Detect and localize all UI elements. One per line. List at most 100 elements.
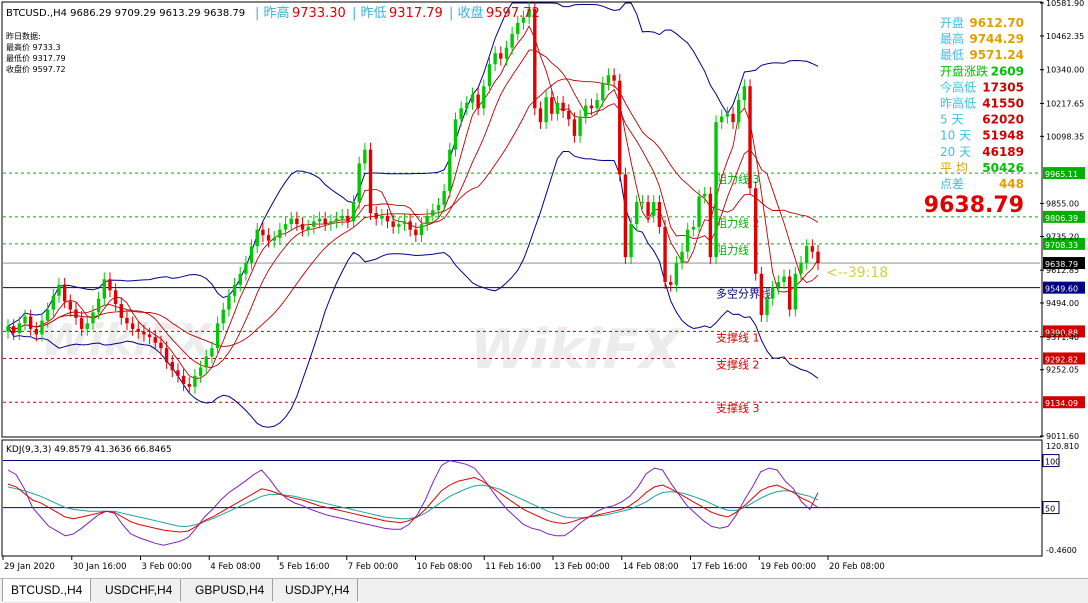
- candle-body: [799, 262, 803, 274]
- candle-body: [674, 262, 679, 285]
- candle-body: [79, 317, 84, 329]
- candle-body: [470, 94, 475, 103]
- candle-body: [697, 196, 701, 227]
- tab-usdjpy[interactable]: USDJPY,H4: [277, 579, 359, 601]
- stat-value: 448: [999, 177, 1024, 191]
- candle-body: [323, 218, 327, 225]
- candle-body: [108, 279, 112, 291]
- candle-body: [221, 309, 225, 324]
- candle-body: [618, 80, 622, 175]
- x-tick-label: 14 Feb 08:00: [623, 562, 679, 572]
- candle-body: [368, 149, 373, 214]
- candle-body: [181, 375, 186, 385]
- candle-body: [425, 215, 429, 225]
- candle-body: [363, 149, 367, 164]
- yesterday-title: 昨日数据:: [6, 31, 41, 41]
- kdj-ymin-label: -0.4600: [1046, 546, 1077, 555]
- candle-body: [102, 279, 106, 299]
- candle-body: [703, 193, 707, 197]
- y-tick-label: 9855.00: [1046, 199, 1079, 208]
- x-tick-label: 3 Feb 00:00: [142, 562, 192, 572]
- candle-body: [147, 334, 152, 338]
- kdj-ymax-label: 120.810: [1046, 442, 1079, 451]
- candle-body: [266, 235, 271, 241]
- level-price-text: 9708.33: [1045, 241, 1078, 250]
- candle-body: [312, 221, 316, 227]
- y-tick-label: 10581.90: [1046, 0, 1084, 8]
- candle-body: [516, 22, 520, 34]
- level-price-text: 9806.39: [1045, 214, 1078, 223]
- yesterday-close: 收盘价 9597.72: [6, 64, 66, 74]
- candle-body: [584, 105, 588, 117]
- x-tick-label: 29 Jan 2020: [4, 562, 55, 572]
- level-label: 支撑线 3: [716, 401, 760, 415]
- candle-body: [550, 97, 554, 114]
- candle-body: [589, 105, 594, 109]
- big-price: 9638.79: [924, 193, 1024, 218]
- x-tick-label: 7 Feb 00:00: [348, 562, 398, 572]
- stat-label: 最低: [940, 48, 964, 62]
- candle-body: [742, 86, 747, 101]
- countdown-timer: <--39:18: [826, 265, 888, 281]
- x-tick-label: 19 Feb 00:00: [760, 562, 816, 572]
- candle-body: [623, 174, 628, 258]
- candle-body: [533, 9, 537, 109]
- candle-body: [17, 323, 22, 334]
- summary-value-low: 9317.79: [389, 6, 443, 21]
- candle-body: [731, 113, 735, 123]
- chart-background: [0, 0, 1088, 578]
- candle-body: [453, 119, 458, 150]
- level-price-text: 9965.11: [1045, 170, 1078, 179]
- candle-body: [635, 202, 639, 225]
- candle-body: [476, 94, 480, 109]
- stat-label: 最高: [940, 31, 964, 46]
- candle-body: [640, 202, 645, 204]
- candle-body: [159, 342, 163, 349]
- candle-body: [504, 47, 509, 59]
- stat-value: 50426: [982, 161, 1024, 175]
- stat-label: 5 天: [940, 113, 963, 127]
- candle-body: [686, 229, 690, 252]
- candle-body: [232, 284, 237, 296]
- candle-body: [11, 326, 16, 334]
- stat-label: 平 均: [940, 161, 968, 175]
- y-tick-label: 9252.05: [1046, 366, 1079, 375]
- y-tick-label: 9371.40: [1046, 333, 1079, 342]
- candle-body: [391, 221, 395, 227]
- chart-canvas: WikiFX WikiFX 阻力线 3 9965.11阻力线 2 9806.39阻力…: [0, 0, 1088, 578]
- candle-body: [804, 246, 809, 263]
- candle-body: [753, 188, 758, 274]
- tab-btcusd[interactable]: BTCUSD.,H4: [2, 579, 92, 601]
- candle-body: [601, 83, 605, 101]
- candle-body: [68, 301, 73, 310]
- candle-body: [510, 33, 514, 48]
- candle-body: [380, 215, 384, 219]
- stat-value: 17305: [982, 80, 1024, 94]
- tab-usdchf[interactable]: USDCHF,H4: [97, 579, 182, 601]
- candle-body: [810, 246, 815, 252]
- candle-body: [538, 108, 543, 123]
- candle-body: [436, 204, 441, 211]
- candle-body: [782, 276, 786, 283]
- candle-body: [397, 224, 401, 227]
- candle-body: [238, 273, 242, 285]
- candle-body: [40, 320, 44, 335]
- stat-value: 62020: [982, 113, 1024, 127]
- level-label: 阻力线 2: [716, 216, 760, 230]
- y-tick-label: 9011.60: [1046, 432, 1079, 441]
- candle-body: [408, 221, 412, 230]
- y-tick-label: 10217.65: [1046, 99, 1084, 108]
- tab-gbpusd[interactable]: GBPUSD,H4: [187, 579, 274, 601]
- level-price-text: 9134.09: [1045, 399, 1078, 408]
- candle-body: [561, 102, 565, 112]
- y-tick-label: 10098.35: [1046, 132, 1084, 141]
- stat-value: 2609: [991, 64, 1024, 78]
- candle-body: [493, 53, 497, 65]
- stat-value: 9571.24: [969, 48, 1024, 62]
- candle-body: [414, 229, 418, 236]
- candle-body: [170, 361, 174, 371]
- x-tick-label: 10 Feb 08:00: [417, 562, 473, 572]
- candle-body: [119, 304, 123, 318]
- candle-body: [244, 262, 248, 274]
- candle-body: [130, 323, 135, 329]
